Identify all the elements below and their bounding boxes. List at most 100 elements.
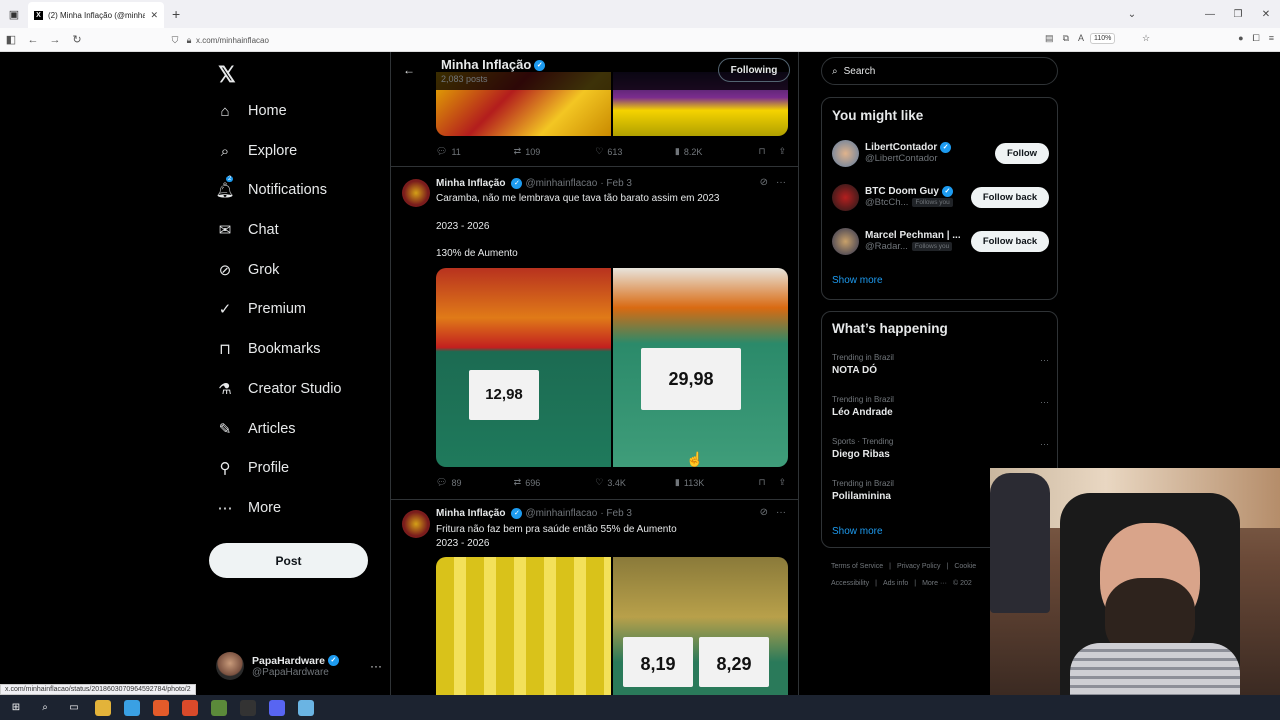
firefox-icon[interactable] (153, 699, 169, 716)
following-button[interactable]: Following (718, 58, 790, 82)
windows-start-icon[interactable]: ⊞ (8, 700, 24, 716)
reply-button[interactable]: 💬︎ 89 (436, 477, 514, 488)
nav-home[interactable]: ⌂ Home (216, 102, 286, 120)
photo[interactable]: 29,98 (613, 268, 788, 467)
app-icon[interactable] (211, 699, 227, 716)
nav-creator-studio[interactable]: ⚗ Creator Studio (216, 380, 341, 398)
suggestion-name[interactable]: Marcel Pechman | ... (865, 230, 961, 241)
footer-link[interactable]: More ··· (922, 580, 947, 587)
close-window-icon[interactable]: ✕ (1252, 9, 1280, 20)
footer-link[interactable]: Terms of Service (831, 563, 883, 570)
tweet-media[interactable]: 12,98 29,98 (436, 268, 788, 467)
share-button[interactable]: ⇪ (778, 477, 786, 488)
suggestion-item[interactable]: LibertContador ✓ @LibertContador Follow (832, 138, 1049, 168)
search-icon[interactable]: ⌕ (37, 700, 53, 716)
nav-chat[interactable]: ✉ Chat (216, 221, 279, 239)
repost-button[interactable]: ⇄ 696 (514, 477, 596, 488)
account-icon[interactable]: ● (1238, 33, 1243, 44)
trend-item[interactable]: Trending in Brazil Léo Andrade ··· (832, 395, 1049, 418)
photo[interactable]: 8,19 8,29 (613, 557, 788, 695)
more-dots-icon[interactable]: ··· (1040, 355, 1049, 365)
translate-icon[interactable]: A (1078, 33, 1084, 44)
grok-icon[interactable]: ⊘ (760, 507, 768, 518)
nav-explore[interactable]: ⌕ Explore (216, 142, 297, 160)
back-arrow-icon[interactable]: ← (22, 34, 44, 46)
footer-link[interactable]: Ads info (883, 580, 908, 587)
post-button[interactable]: Post (209, 543, 368, 578)
more-dots-icon[interactable]: ··· (1040, 397, 1049, 407)
app-icon[interactable] (298, 699, 314, 716)
minimize-icon[interactable]: — (1196, 9, 1224, 20)
reload-icon[interactable]: ↻ (66, 33, 88, 46)
account-switcher[interactable]: PapaHardware ✓ @PapaHardware ··· (216, 649, 382, 683)
more-dots-icon[interactable]: ··· (1040, 439, 1049, 449)
suggestion-name[interactable]: LibertContador (865, 142, 937, 153)
photo[interactable] (436, 557, 611, 695)
restore-icon[interactable]: ❐ (1224, 9, 1252, 20)
tweet-author[interactable]: Minha Inflação (436, 178, 505, 189)
app-icon[interactable] (124, 699, 140, 716)
nav-grok[interactable]: ⊘ Grok (216, 261, 280, 279)
search-input[interactable]: ⌕ Search (821, 57, 1058, 85)
reader-icon[interactable]: ▤ (1045, 33, 1054, 44)
obs-icon[interactable] (240, 699, 256, 716)
tweet[interactable]: Minha Inflação ✓ @minhainflacao · Feb 3 … (391, 499, 798, 695)
show-more-link[interactable]: Show more (832, 526, 883, 537)
reply-button[interactable]: 💬︎ 11 (436, 146, 514, 157)
views-button[interactable]: ▮ 8.2K (675, 146, 759, 157)
url-field[interactable]: ⛉ 🔒︎ x.com/minhainflacao (168, 30, 1148, 50)
tweet-avatar[interactable] (402, 179, 430, 207)
bookmark-button[interactable]: ⊓ (759, 146, 779, 157)
screenshot-icon[interactable]: ⧉ (1063, 33, 1069, 44)
discord-icon[interactable] (269, 699, 285, 716)
follow-back-button[interactable]: Follow back (971, 230, 1049, 252)
follow-button[interactable]: Follow (995, 142, 1049, 164)
bookmark-star-icon[interactable]: ☆ (1142, 33, 1150, 44)
nav-more[interactable]: ⋯ More (216, 499, 282, 517)
repost-button[interactable]: ⇄ 109 (514, 146, 596, 157)
new-tab-icon[interactable]: + (172, 6, 180, 22)
grok-icon[interactable]: ⊘ (760, 177, 768, 188)
menu-icon[interactable]: ≡ (1269, 33, 1274, 44)
x-logo-icon[interactable]: 𝕏 (218, 62, 236, 88)
nav-premium[interactable]: ✓ Premium (216, 300, 306, 318)
suggestion-name[interactable]: BTC Doom Guy (865, 186, 939, 197)
bookmark-button[interactable]: ⊓ (759, 477, 779, 488)
task-view-icon[interactable]: ▭ (66, 700, 82, 716)
back-arrow-icon[interactable]: ← (403, 63, 415, 77)
chevron-down-icon[interactable]: ⌄ (1118, 9, 1146, 20)
more-dots-icon[interactable]: ··· (370, 659, 382, 673)
footer-link[interactable]: Accessibility (831, 580, 869, 587)
more-dots-icon[interactable]: ··· (776, 507, 786, 518)
tweet-date[interactable]: · Feb 3 (600, 178, 632, 189)
nav-articles[interactable]: ✎ Articles (216, 420, 296, 438)
tweet-author[interactable]: Minha Inflação (436, 508, 505, 519)
suggestion-item[interactable]: Marcel Pechman | ... @Radar... Follows yo… (832, 226, 1049, 256)
suggestion-item[interactable]: BTC Doom Guy ✓ @BtcCh... Follows you Follo… (832, 182, 1049, 212)
nav-notifications[interactable]: 🔔︎ 2 Notifications (215, 176, 327, 199)
share-button[interactable]: ⇪ (778, 146, 786, 157)
footer-link[interactable]: Cookie (954, 563, 976, 570)
avatar[interactable] (832, 183, 859, 211)
tweet[interactable]: Minha Inflação ✓ @minhainflacao · Feb 3 … (391, 166, 798, 499)
trend-item[interactable]: Trending in Brazil NOTA DÓ ··· (832, 353, 1049, 376)
tweet-media[interactable]: 8,19 8,29 (436, 557, 788, 695)
file-explorer-icon[interactable] (95, 699, 111, 716)
show-more-link[interactable]: Show more (832, 275, 883, 286)
nav-bookmarks[interactable]: ⊓ Bookmarks (216, 340, 320, 358)
forward-arrow-icon[interactable]: → (44, 34, 66, 46)
tweet-date[interactable]: · Feb 3 (600, 508, 632, 519)
more-dots-icon[interactable]: ··· (776, 177, 786, 188)
window-menu-icon[interactable]: ▣ (0, 0, 28, 28)
brave-icon[interactable] (182, 699, 198, 716)
trend-item[interactable]: Sports · Trending Diego Ribas ··· (832, 437, 1049, 460)
browser-tab[interactable]: X (2) Minha Inflação (@minhainfl... ✕ (28, 2, 164, 28)
like-button[interactable]: ♡ 3.4K (595, 477, 675, 488)
close-tab-icon[interactable]: ✕ (150, 10, 158, 21)
like-button[interactable]: ♡ 613 (595, 146, 675, 157)
tweet-avatar[interactable] (402, 510, 430, 538)
tweet-handle[interactable]: @minhainflacao (525, 178, 597, 189)
footer-link[interactable]: Privacy Policy (897, 563, 941, 570)
nav-profile[interactable]: ⚲ Profile (216, 459, 290, 477)
avatar[interactable] (832, 139, 859, 167)
